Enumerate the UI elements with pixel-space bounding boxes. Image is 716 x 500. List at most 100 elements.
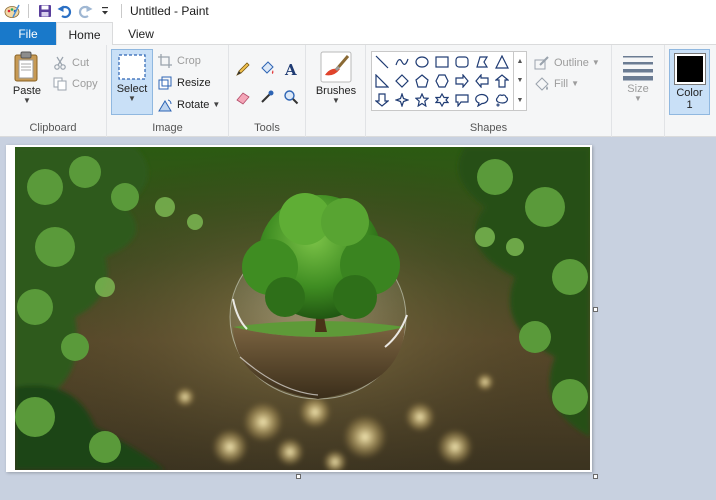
copy-button[interactable]: Copy bbox=[52, 74, 98, 94]
brushes-group: Brushes ▼ bbox=[306, 45, 366, 137]
quick-access-toolbar bbox=[0, 0, 128, 22]
resize-button[interactable]: Resize bbox=[157, 73, 211, 93]
chevron-down-icon[interactable]: ▼ bbox=[517, 77, 524, 84]
curve-shape[interactable] bbox=[393, 53, 411, 71]
chevron-down-icon: ▼ bbox=[23, 96, 31, 105]
pentagon-shape[interactable] bbox=[413, 72, 431, 90]
color1-label-number: 1 bbox=[686, 99, 693, 111]
rectangle-shape[interactable] bbox=[433, 53, 451, 71]
size-group: Size ▼ bbox=[612, 45, 665, 137]
scissors-icon bbox=[52, 55, 68, 71]
size-button[interactable]: Size ▼ bbox=[618, 53, 658, 103]
canvas-image[interactable] bbox=[15, 147, 590, 470]
fill-tool[interactable] bbox=[259, 59, 279, 79]
color1-swatch bbox=[676, 56, 703, 82]
up-arrow-shape[interactable] bbox=[493, 72, 511, 90]
cloud-callout-shape[interactable] bbox=[493, 91, 511, 109]
rotate-label: Rotate bbox=[177, 99, 210, 111]
select-button[interactable]: Select ▼ bbox=[111, 49, 153, 115]
five-point-star-shape[interactable] bbox=[413, 91, 431, 109]
four-point-star-shape[interactable] bbox=[393, 91, 411, 109]
canvas-resize-handle-corner[interactable] bbox=[593, 474, 598, 479]
chevron-down-icon: ▼ bbox=[634, 94, 642, 103]
color-picker-tool[interactable] bbox=[259, 87, 279, 107]
tab-file[interactable]: File bbox=[0, 22, 56, 45]
rectangular-callout-shape[interactable] bbox=[453, 91, 471, 109]
title-bar: Untitled - Paint bbox=[0, 0, 716, 22]
left-arrow-shape[interactable] bbox=[473, 72, 491, 90]
crop-button[interactable]: Crop bbox=[157, 51, 201, 71]
outline-label: Outline bbox=[554, 57, 589, 69]
crop-icon bbox=[157, 53, 173, 69]
canvas-resize-handle-right[interactable] bbox=[593, 307, 598, 312]
colors-group: Color 1 bbox=[665, 45, 716, 137]
chevron-down-icon: ▼ bbox=[128, 94, 136, 103]
oval-shape[interactable] bbox=[413, 53, 431, 71]
shapes-gallery-scroller: ▲ ▼ ▼ bbox=[514, 51, 527, 111]
save-icon[interactable] bbox=[35, 1, 55, 21]
line-size-icon bbox=[623, 56, 653, 81]
rotate-button[interactable]: Rotate ▼ bbox=[157, 95, 220, 115]
diamond-shape[interactable] bbox=[393, 72, 411, 90]
gallery-expand-icon[interactable]: ▼ bbox=[517, 97, 524, 104]
rounded-rectangle-shape[interactable] bbox=[453, 53, 471, 71]
tab-view[interactable]: View bbox=[113, 22, 169, 45]
fill-button[interactable]: Fill ▼ bbox=[534, 74, 579, 94]
chevron-down-icon: ▼ bbox=[591, 58, 600, 67]
tab-home[interactable]: Home bbox=[56, 22, 113, 46]
shapes-gallery bbox=[371, 51, 514, 111]
clipboard-group-label: Clipboard bbox=[29, 122, 77, 134]
shapes-group-label: Shapes bbox=[469, 122, 508, 134]
paste-button[interactable]: Paste ▼ bbox=[9, 51, 45, 105]
chevron-up-icon[interactable]: ▲ bbox=[517, 58, 524, 65]
text-tool[interactable]: A bbox=[283, 59, 303, 79]
clipboard-group: Paste ▼ Cut Copy Clipboard bbox=[0, 45, 107, 137]
six-point-star-shape[interactable] bbox=[433, 91, 451, 109]
redo-icon[interactable] bbox=[75, 1, 95, 21]
hexagon-shape[interactable] bbox=[433, 72, 451, 90]
oval-callout-shape[interactable] bbox=[473, 91, 491, 109]
brushes-button[interactable]: Brushes ▼ bbox=[314, 51, 358, 105]
toolbar-separator bbox=[28, 4, 29, 18]
fill-label: Fill bbox=[554, 78, 569, 90]
color1-label: Color bbox=[676, 87, 703, 99]
color1-button[interactable]: Color 1 bbox=[669, 49, 710, 115]
chevron-down-icon: ▼ bbox=[571, 79, 579, 88]
outline-pen-icon bbox=[534, 55, 550, 71]
resize-icon bbox=[157, 75, 173, 91]
tools-group: A Tools bbox=[229, 45, 306, 137]
pencil-tool[interactable] bbox=[235, 59, 255, 79]
svg-text:A: A bbox=[284, 61, 297, 77]
chevron-down-icon: ▼ bbox=[332, 96, 340, 105]
fill-bucket-icon bbox=[259, 61, 275, 77]
copy-icon bbox=[52, 76, 68, 92]
down-arrow-shape[interactable] bbox=[373, 91, 391, 109]
eraser-tool[interactable] bbox=[235, 87, 255, 107]
copy-label: Copy bbox=[72, 78, 98, 90]
eraser-icon bbox=[235, 89, 251, 105]
undo-icon[interactable] bbox=[55, 1, 75, 21]
outline-button[interactable]: Outline ▼ bbox=[534, 53, 600, 73]
magnifier-icon bbox=[283, 89, 299, 105]
toolbar-separator bbox=[121, 4, 122, 18]
brush-icon bbox=[320, 51, 352, 83]
paste-icon bbox=[14, 51, 38, 82]
ribbon: Paste ▼ Cut Copy Clipboard Select ▼ Crop… bbox=[0, 45, 716, 137]
right-arrow-shape[interactable] bbox=[453, 72, 471, 90]
color-picker-icon bbox=[259, 89, 275, 105]
cut-button[interactable]: Cut bbox=[52, 53, 89, 73]
customize-dropdown-icon[interactable] bbox=[95, 1, 115, 21]
triangle-shape[interactable] bbox=[493, 53, 511, 71]
polygon-shape[interactable] bbox=[473, 53, 491, 71]
pencil-icon bbox=[235, 61, 251, 77]
magnifier-tool[interactable] bbox=[283, 87, 303, 107]
text-icon: A bbox=[283, 61, 299, 77]
image-group: Select ▼ Crop Resize Rotate ▼ Image bbox=[107, 45, 229, 137]
color1-swatch-frame bbox=[673, 53, 706, 85]
paint-app-icon[interactable] bbox=[2, 1, 22, 21]
canvas-resize-handle-bottom[interactable] bbox=[296, 474, 301, 479]
chevron-down-icon: ▼ bbox=[212, 100, 221, 109]
rotate-icon bbox=[157, 97, 173, 113]
line-shape[interactable] bbox=[373, 53, 391, 71]
right-triangle-shape[interactable] bbox=[373, 72, 391, 90]
